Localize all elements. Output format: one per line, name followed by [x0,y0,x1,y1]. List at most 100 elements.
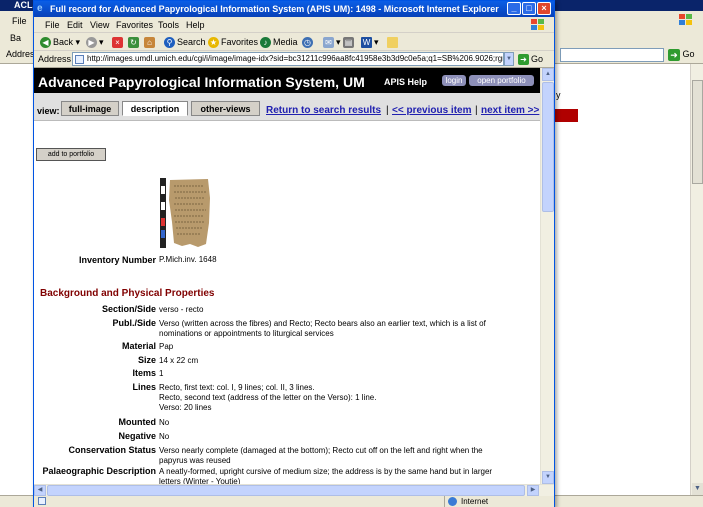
back-button[interactable]: ◀ Back ▾ [40,35,80,49]
title-bar: e Full record for Advanced Papyrological… [34,1,554,17]
field-label: Conservation Status [68,445,156,455]
scroll-down-arrow[interactable]: ▼ [542,471,554,484]
bg-scroll-thumb[interactable] [692,80,703,184]
scroll-right-arrow[interactable]: ▶ [527,485,539,496]
bg-vertical-scrollbar[interactable]: ▼ [690,64,703,495]
menu-tools[interactable]: Tools [158,20,179,30]
stop-button[interactable]: × [112,35,125,49]
menu-file[interactable]: File [45,20,60,30]
add-to-portfolio-button[interactable]: add to portfolio [36,148,106,161]
field-value: verso - recto [159,305,204,314]
view-label: view: [37,106,60,116]
field-value: No [159,418,170,427]
field-value: Verso: 20 lines [159,403,212,412]
section-heading: Background and Physical Properties [40,288,215,299]
field-value: Verso nearly complete (damaged at the bo… [159,446,483,455]
login-button[interactable]: login [442,75,466,86]
menu-edit[interactable]: Edit [67,20,83,30]
vertical-scroll-thumb[interactable] [542,82,554,212]
windows-logo-icon [531,19,544,30]
tab-description[interactable]: description [122,101,188,116]
edit-word-button[interactable]: W ▾ [361,35,379,49]
favorites-label: Favorites [221,37,259,47]
bg-menu-file[interactable]: File [12,16,27,26]
minimize-button[interactable]: _ [507,2,521,15]
menu-help[interactable]: Help [186,20,205,30]
search-icon: ⚲ [164,37,175,49]
horizontal-scroll-thumb[interactable] [47,485,525,496]
status-bar: Internet [34,496,554,507]
stop-icon: × [112,37,123,49]
address-url: http://images.umdl.umich.edu/cgi/i/image… [87,54,504,63]
refresh-button[interactable]: ↻ [128,35,141,49]
vertical-scrollbar[interactable]: ▲ ▼ [540,68,554,484]
nav-separator: | [475,105,478,116]
maximize-button[interactable]: □ [522,2,536,15]
tab-other-views[interactable]: other-views [191,101,260,116]
address-input[interactable]: http://images.umdl.umich.edu/cgi/i/image… [72,52,504,66]
toolbar: ◀ Back ▾ ▶ ▾ × ↻ ⌂ ⚲ Search ★ Favorites ♪ Med… [34,33,554,51]
home-button[interactable]: ⌂ [144,35,157,49]
scroll-up-arrow[interactable]: ▲ [542,68,554,81]
menu-bar: File Edit View Favorites Tools Help [34,17,554,33]
mail-icon: ✉ [323,37,334,49]
back-arrow-icon: ◀ [40,37,51,49]
refresh-icon: ↻ [128,37,139,49]
history-icon: ◷ [302,37,313,49]
field-value: Recto, first text: col. I, 9 lines; col.… [159,383,315,392]
favorites-button[interactable]: ★ Favorites [208,35,258,49]
go-label: Go [531,54,544,64]
window-title: Full record for Advanced Papyrological I… [50,4,499,14]
field-value: Pap [159,342,174,351]
next-item-link[interactable]: next item >> [481,105,539,116]
folder-button[interactable] [387,35,400,49]
field-label: Items [132,368,156,378]
menu-view[interactable]: View [90,20,109,30]
return-to-search-link[interactable]: Return to search results [266,105,381,116]
folder-icon [387,37,398,49]
field-label: Lines [132,382,156,392]
address-bar: Address http://images.umdl.umich.edu/cgi… [34,51,554,68]
papyrus-thumbnail-image[interactable] [160,178,212,248]
close-button[interactable]: × [537,2,551,15]
go-button[interactable]: ➜ Go [518,52,552,67]
bg-scroll-down-arrow[interactable]: ▼ [692,483,703,495]
field-value: 1 [159,369,164,378]
address-dropdown-button[interactable]: ▼ [504,52,514,66]
field-label: Palaeographic Description [42,466,156,476]
bg-address-input[interactable] [560,48,664,62]
field-value: Recto, second text (address of the lette… [159,393,377,402]
media-icon: ♪ [260,37,271,49]
bg-back-button[interactable]: Ba [10,33,21,43]
print-button[interactable]: ▤ [343,35,356,49]
open-portfolio-button[interactable]: open portfolio [469,75,534,86]
forward-button[interactable]: ▶ ▾ [86,35,104,49]
history-button[interactable]: ◷ [302,35,315,49]
security-zone: Internet [444,496,552,507]
field-label: Size [137,355,156,365]
tab-full-image[interactable]: full-image [61,101,119,116]
home-icon: ⌂ [144,37,155,49]
media-button[interactable]: ♪ Media [260,35,298,49]
zone-label: Internet [461,497,489,506]
word-icon: W [361,37,372,49]
field-value: Verso (written across the fibres) and Re… [159,319,486,328]
apis-header: Advanced Papyrological Information Syste… [34,68,540,93]
bg-go-button[interactable]: ➜ Go [668,47,700,62]
page-icon [38,497,46,505]
field-value: papyrus was reused [159,456,231,465]
mail-button[interactable]: ✉ ▾ [323,35,341,49]
nav-separator: | [386,105,389,116]
apis-help-link[interactable]: APIS Help [384,77,427,87]
field-value: letters (Winter - Youtie) [159,477,241,484]
view-bar: view: full-image description other-views… [34,93,540,121]
field-label: Publ./Side [112,318,156,328]
scroll-left-arrow[interactable]: ◀ [34,485,46,496]
search-button[interactable]: ⚲ Search [164,35,206,49]
horizontal-scrollbar[interactable]: ◀ ▶ [34,484,554,496]
previous-item-link[interactable]: << previous item [392,105,471,116]
star-icon: ★ [208,37,219,49]
media-label: Media [273,37,298,47]
menu-favorites[interactable]: Favorites [116,20,153,30]
forward-arrow-icon: ▶ [86,37,97,49]
